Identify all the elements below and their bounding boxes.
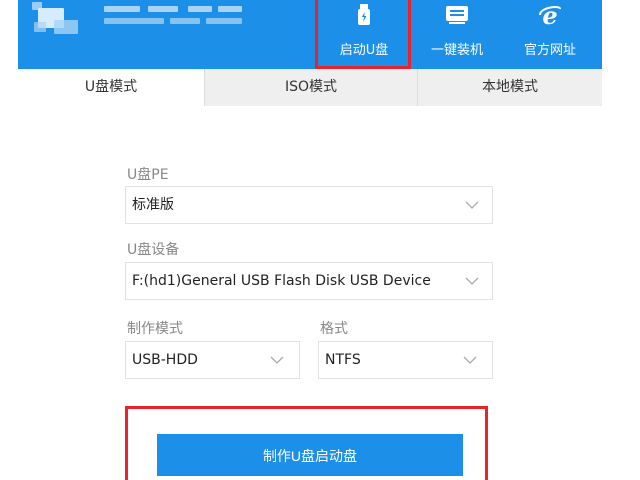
chevron-down-icon — [270, 356, 284, 364]
make-mode-select[interactable]: USB-HDD — [125, 341, 300, 379]
chevron-down-icon — [463, 356, 477, 364]
make-usb-boot-disk-button[interactable]: 制作U盘启动盘 — [157, 434, 463, 476]
toolbar-usb-boot-button[interactable]: 启动U盘 — [322, 0, 406, 68]
tab-iso-mode[interactable]: ISO模式 — [205, 69, 417, 106]
chevron-down-icon — [465, 201, 479, 209]
make-mode-select-value: USB-HDD — [132, 352, 198, 368]
pe-select[interactable]: 标准版 — [125, 186, 493, 224]
toolbar-usb-boot-label: 启动U盘 — [339, 43, 389, 58]
tab-usb-mode-label: U盘模式 — [84, 79, 138, 95]
toolbar-one-click-install-button[interactable]: 一键装机 — [415, 0, 499, 68]
mode-tabs: U盘模式 ISO模式 本地模式 — [18, 69, 602, 106]
device-label: U盘设备 — [127, 242, 180, 258]
tab-usb-mode[interactable]: U盘模式 — [18, 69, 204, 106]
usb-drive-icon — [358, 4, 370, 25]
format-label: 格式 — [320, 321, 348, 337]
format-select-value: NTFS — [325, 352, 361, 368]
tab-local-mode[interactable]: 本地模式 — [418, 69, 602, 106]
pe-select-value: 标准版 — [132, 197, 174, 213]
top-toolbar: 启动U盘 一键装机 e 官方网址 — [18, 0, 602, 69]
tab-local-mode-label: 本地模式 — [482, 79, 538, 95]
chevron-down-icon — [465, 277, 479, 285]
pe-label: U盘PE — [127, 167, 169, 183]
format-select[interactable]: NTFS — [318, 341, 493, 379]
toolbar-official-site-button[interactable]: e 官方网址 — [508, 0, 592, 68]
device-select-value: F:(hd1)General USB Flash Disk USB Device — [132, 273, 431, 289]
make-mode-label: 制作模式 — [127, 321, 183, 337]
ie-browser-icon: e — [539, 3, 562, 27]
system-install-icon — [446, 6, 468, 24]
tab-iso-mode-label: ISO模式 — [284, 79, 338, 95]
toolbar-official-site-label: 官方网址 — [523, 43, 576, 58]
device-select[interactable]: F:(hd1)General USB Flash Disk USB Device — [125, 262, 493, 300]
toolbar-one-click-install-label: 一键装机 — [430, 43, 483, 58]
